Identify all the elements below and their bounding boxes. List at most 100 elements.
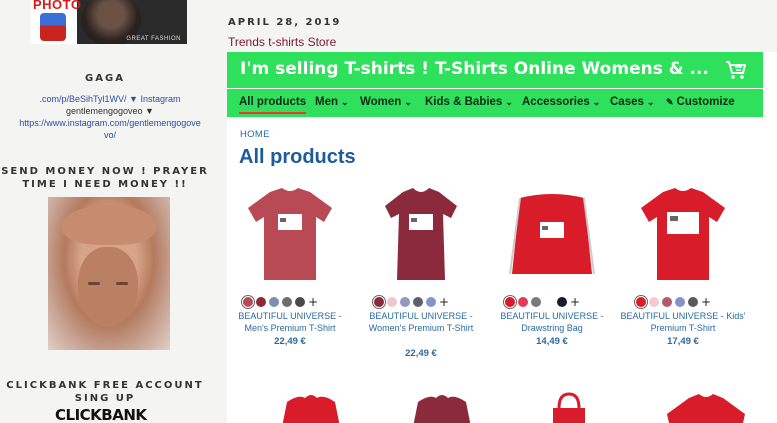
nav-cases[interactable]: Cases ⌄: [610, 96, 654, 108]
main-content: APRIL 28, 2019 Trends t-shirts Store I'm…: [210, 0, 777, 423]
color-swatches: +: [243, 291, 318, 308]
tshirt-image: [641, 188, 725, 280]
product-name[interactable]: BEAUTIFUL UNIVERSE - Women's Premium T-S…: [358, 311, 484, 334]
color-swatch[interactable]: [400, 296, 410, 307]
color-swatch[interactable]: [662, 296, 672, 307]
product-price: 22,49 €: [274, 336, 306, 347]
instagram-url-line[interactable]: https://www.instagram.com/gentlemengogov…: [10, 117, 210, 129]
product-image[interactable]: [633, 184, 733, 284]
product-image[interactable]: [240, 184, 340, 284]
shop-banner: I'm selling T-shirts ! T-Shirts Online W…: [227, 52, 763, 88]
nav-men[interactable]: Men ⌄: [315, 96, 349, 108]
instagram-url-line-end[interactable]: vo/: [10, 129, 210, 141]
nav-all-products[interactable]: All products: [239, 96, 307, 114]
instagram-link-line[interactable]: .com/p/BeSihTyl1WV/ ▼ Instagram: [10, 93, 210, 105]
widget-title-money: SEND MONEY NOW ! PRAYER: [1, 166, 209, 177]
widget-title-money-line2: TIME I NEED MONEY !!: [22, 179, 188, 190]
product-name[interactable]: BEAUTIFUL UNIVERSE - Men's Premium T-Shi…: [227, 311, 353, 334]
product-card[interactable]: + BEAUTIFUL UNIVERSE - Drawstring Bag 14…: [489, 184, 615, 347]
product-image[interactable]: [371, 184, 471, 284]
face-shape: [78, 247, 138, 327]
praying-man-image[interactable]: [48, 197, 170, 350]
color-swatch[interactable]: [531, 296, 541, 307]
product-price: 14,49 €: [536, 336, 568, 347]
more-colors-icon[interactable]: +: [308, 296, 318, 308]
pencil-icon: ✎: [666, 97, 674, 107]
product-image[interactable]: [502, 184, 602, 284]
color-swatch[interactable]: [688, 296, 698, 307]
color-swatch[interactable]: [243, 296, 253, 307]
color-swatch[interactable]: [426, 296, 436, 307]
chevron-down-icon: ⌄: [592, 97, 601, 107]
product-name[interactable]: BEAUTIFUL UNIVERSE - Drawstring Bag: [489, 311, 615, 334]
color-swatch[interactable]: [269, 296, 279, 307]
color-swatch[interactable]: [649, 296, 659, 307]
color-swatch[interactable]: [675, 296, 685, 307]
product-name[interactable]: BEAUTIFUL UNIVERSE - Kids' Premium T-Shi…: [620, 311, 746, 334]
more-colors-icon[interactable]: +: [439, 296, 449, 308]
shop-embed: I'm selling T-shirts ! T-Shirts Online W…: [227, 52, 777, 423]
tote-bag-image: [553, 392, 585, 423]
product-card[interactable]: + BEAUTIFUL UNIVERSE - Women's Premium T…: [358, 184, 484, 359]
clickbank-logo[interactable]: CLICKBANK: [55, 406, 147, 423]
nav-label: All products: [239, 96, 307, 108]
nav-kids-babies[interactable]: Kids & Babies ⌄: [425, 96, 513, 108]
color-swatch[interactable]: [505, 296, 515, 307]
color-swatch[interactable]: [544, 296, 554, 307]
instagram-embed-text[interactable]: .com/p/BeSihTyl1WV/ ▼ Instagram gentleme…: [10, 93, 210, 141]
nav-label: Customize: [676, 96, 735, 108]
color-swatch[interactable]: [374, 296, 384, 307]
color-swatch[interactable]: [557, 296, 567, 307]
product-image-tshirt[interactable]: [661, 392, 751, 423]
color-swatch[interactable]: [295, 296, 305, 307]
widget-title-gaga: GAGA: [85, 73, 125, 84]
post-date: APRIL 28, 2019: [228, 17, 342, 28]
drawstring-bag-image: [509, 194, 595, 275]
nav-accessories[interactable]: Accessories ⌄: [522, 96, 600, 108]
color-swatch[interactable]: [636, 296, 646, 307]
nav-customize[interactable]: ✎ Customize: [666, 96, 735, 108]
tshirt-image: [248, 188, 332, 280]
instagram-user-line: gentlemengogoveo ▼: [66, 106, 154, 116]
product-card[interactable]: + BEAUTIFUL UNIVERSE - Kids' Premium T-S…: [620, 184, 746, 347]
hands-shape: [62, 205, 156, 245]
product-card[interactable]: + BEAUTIFUL UNIVERSE - Men's Premium T-S…: [227, 184, 353, 347]
eye-shape: [88, 282, 100, 285]
color-swatch[interactable]: [256, 296, 266, 307]
hoodie-image: [413, 395, 471, 423]
photo-logo: PHOTO: [31, 0, 81, 44]
product-image-hoodie[interactable]: [271, 392, 351, 423]
page-title: All products: [239, 146, 356, 166]
shop-title[interactable]: I'm selling T-shirts ! T-Shirts Online W…: [240, 59, 709, 79]
photo-logo-text: PHOTO: [33, 0, 82, 12]
cart-icon[interactable]: [725, 60, 747, 80]
chevron-down-icon: ⌄: [404, 97, 412, 107]
tshirt-image: [667, 394, 745, 423]
nav-label: Kids & Babies: [425, 96, 503, 108]
product-price: 17,49 €: [667, 336, 699, 347]
product-image-tote[interactable]: [539, 392, 599, 423]
color-swatch[interactable]: [282, 296, 292, 307]
eye-shape: [116, 282, 128, 285]
sidebar: PHOTO GREAT FASHION GAGA .com/p/BeSihTyl…: [0, 0, 210, 423]
nav-women[interactable]: Women ⌄: [360, 96, 412, 108]
more-colors-icon[interactable]: +: [701, 296, 711, 308]
chevron-down-icon: ⌄: [505, 97, 513, 107]
color-swatch[interactable]: [518, 296, 528, 307]
tshirt-image: [385, 188, 457, 280]
nav-label: Men: [315, 96, 338, 108]
shop-nav: All products Men ⌄ Women ⌄ Kids & Babies ⌄ …: [227, 89, 763, 117]
product-image-hoodie[interactable]: [402, 392, 482, 423]
color-swatch[interactable]: [387, 296, 397, 307]
nav-label: Women: [360, 96, 402, 108]
breadcrumb[interactable]: HOME: [240, 129, 270, 140]
color-swatch[interactable]: [413, 296, 423, 307]
hoodie-image: [282, 395, 340, 423]
chevron-down-icon: ⌄: [341, 97, 349, 107]
widget-title-clickbank-line2: SING UP: [74, 393, 136, 404]
more-colors-icon[interactable]: +: [570, 296, 580, 308]
nav-label: Cases: [610, 96, 644, 108]
photo-banner-image[interactable]: PHOTO GREAT FASHION: [31, 0, 187, 44]
chevron-down-icon: ⌄: [646, 97, 655, 107]
post-title[interactable]: Trends t-shirts Store: [228, 35, 336, 49]
